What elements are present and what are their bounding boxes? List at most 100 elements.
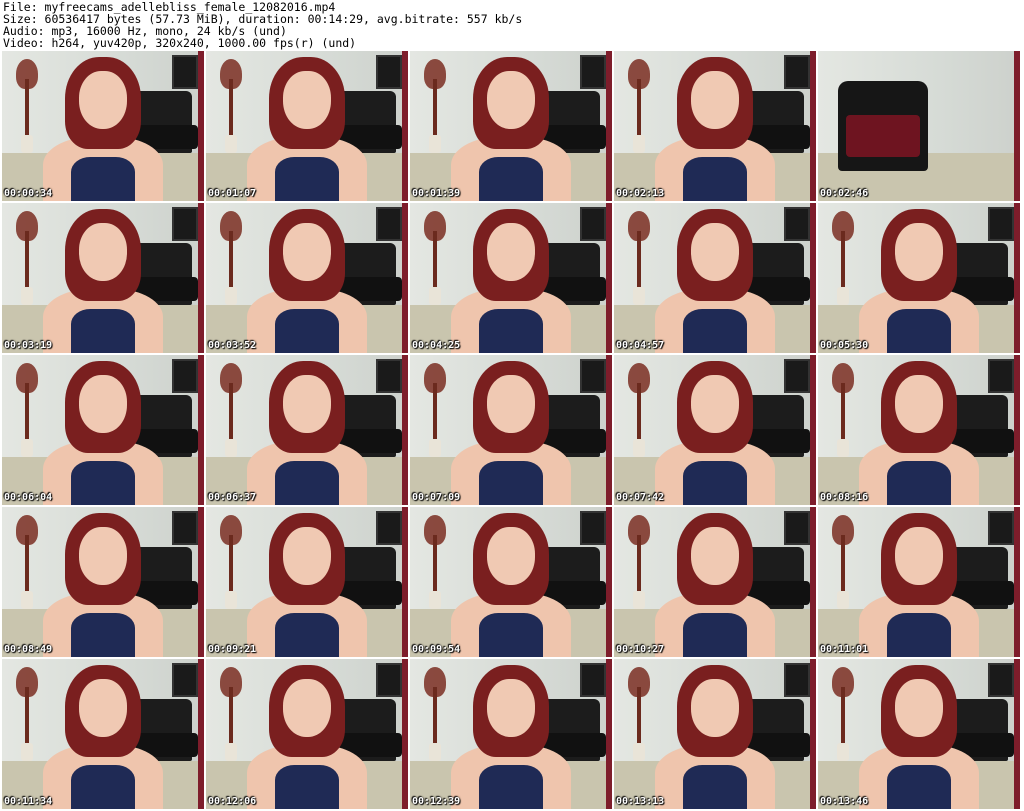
wall-frame <box>172 55 198 89</box>
webcam-person <box>247 361 367 505</box>
webcam-person <box>43 513 163 657</box>
webcam-person <box>247 57 367 201</box>
wall-frame <box>376 55 402 89</box>
webcam-person <box>655 361 775 505</box>
decor-vase <box>628 59 650 154</box>
wall-frame <box>172 359 198 393</box>
thumbnail-timestamp: 00:01:07 <box>208 188 257 199</box>
webcam-person <box>859 361 979 505</box>
thumbnail-timestamp: 00:07:09 <box>412 492 461 503</box>
webcam-person <box>451 513 571 657</box>
thumbnail-timestamp: 00:04:25 <box>412 340 461 351</box>
thumbnail-timestamp: 00:08:49 <box>4 644 53 655</box>
video-thumbnail[interactable]: 00:09:21 <box>206 507 408 657</box>
decor-vase <box>16 515 38 610</box>
wall-frame <box>784 663 810 697</box>
video-thumbnail[interactable]: 00:01:39 <box>410 51 612 201</box>
wall-frame <box>376 511 402 545</box>
thumbnail-timestamp: 00:00:34 <box>4 188 53 199</box>
video-thumbnail[interactable]: 00:01:07 <box>206 51 408 201</box>
wall-frame <box>376 207 402 241</box>
wall-frame <box>580 207 606 241</box>
video-thumbnail[interactable]: 00:02:13 <box>614 51 816 201</box>
wall-frame <box>580 55 606 89</box>
decor-vase <box>424 211 446 306</box>
wall-frame <box>172 207 198 241</box>
video-thumbnail[interactable]: 00:08:16 <box>818 355 1020 505</box>
video-info-line: Video: h264, yuv420p, 320x240, 1000.00 f… <box>3 36 357 50</box>
decor-vase <box>220 515 242 610</box>
video-thumbnail[interactable]: 00:09:54 <box>410 507 612 657</box>
decor-vase <box>832 363 854 458</box>
decor-vase <box>16 59 38 154</box>
webcam-person <box>655 513 775 657</box>
video-thumbnail[interactable]: 00:12:39 <box>410 659 612 809</box>
decor-vase <box>832 667 854 762</box>
thumbnail-timestamp: 00:12:39 <box>412 796 461 807</box>
wall-frame <box>580 663 606 697</box>
video-thumbnail[interactable]: 00:03:19 <box>2 203 204 353</box>
decor-vase <box>832 211 854 306</box>
video-thumbnail[interactable]: 00:07:09 <box>410 355 612 505</box>
wall-frame <box>988 511 1014 545</box>
webcam-person <box>43 361 163 505</box>
video-thumbnail[interactable]: 00:13:46 <box>818 659 1020 809</box>
video-thumbnail[interactable]: 00:03:52 <box>206 203 408 353</box>
video-thumbnail[interactable]: 00:11:34 <box>2 659 204 809</box>
decor-vase <box>424 515 446 610</box>
video-thumbnail[interactable]: 00:12:06 <box>206 659 408 809</box>
video-thumbnail[interactable]: 00:11:01 <box>818 507 1020 657</box>
webcam-person <box>451 209 571 353</box>
wall-frame <box>580 359 606 393</box>
webcam-person <box>451 665 571 809</box>
decor-vase <box>220 211 242 306</box>
decor-vase <box>220 363 242 458</box>
thumbnail-timestamp: 00:11:01 <box>820 644 869 655</box>
thumbnail-timestamp: 00:07:42 <box>616 492 665 503</box>
video-thumbnail[interactable]: 00:08:49 <box>2 507 204 657</box>
decor-vase <box>424 363 446 458</box>
video-thumbnail[interactable]: 00:06:37 <box>206 355 408 505</box>
decor-vase <box>424 59 446 154</box>
video-thumbnail[interactable]: 00:13:13 <box>614 659 816 809</box>
video-thumbnail[interactable]: 00:04:25 <box>410 203 612 353</box>
thumbnail-timestamp: 00:02:13 <box>616 188 665 199</box>
video-thumbnail[interactable]: 00:07:42 <box>614 355 816 505</box>
decor-vase <box>424 667 446 762</box>
video-thumbnail[interactable]: 00:06:04 <box>2 355 204 505</box>
wall-frame <box>988 359 1014 393</box>
thumbnail-timestamp: 00:08:16 <box>820 492 869 503</box>
video-thumbnail[interactable]: 00:00:34 <box>2 51 204 201</box>
thumbnail-timestamp: 00:06:04 <box>4 492 53 503</box>
webcam-person <box>43 57 163 201</box>
webcam-person <box>655 209 775 353</box>
webcam-person <box>451 57 571 201</box>
video-thumbnail[interactable]: 00:10:27 <box>614 507 816 657</box>
thumbnail-timestamp: 00:04:57 <box>616 340 665 351</box>
webcam-person <box>655 57 775 201</box>
wall-frame <box>988 663 1014 697</box>
thumbnail-timestamp: 00:13:13 <box>616 796 665 807</box>
thumbnail-grid: 00:00:34 00:01:07 00:01:39 00:02:13 00:02:46… <box>2 51 1020 809</box>
decor-vase <box>628 211 650 306</box>
webcam-person <box>859 513 979 657</box>
decor-vase <box>628 363 650 458</box>
wall-frame <box>172 663 198 697</box>
wall-frame <box>784 55 810 89</box>
decor-vase <box>220 667 242 762</box>
wall-frame <box>172 511 198 545</box>
webcam-person <box>859 209 979 353</box>
decor-vase <box>16 211 38 306</box>
decor-vase <box>16 363 38 458</box>
video-thumbnail[interactable]: 00:05:30 <box>818 203 1020 353</box>
decor-vase <box>832 515 854 610</box>
video-thumbnail[interactable]: 00:04:57 <box>614 203 816 353</box>
webcam-person <box>247 665 367 809</box>
thumbnail-timestamp: 00:12:06 <box>208 796 257 807</box>
decor-vase <box>16 667 38 762</box>
webcam-person <box>247 513 367 657</box>
video-thumbnail[interactable]: 00:02:46 <box>818 51 1020 201</box>
wall-frame <box>988 207 1014 241</box>
thumbnail-timestamp: 00:03:52 <box>208 340 257 351</box>
wall-frame <box>784 511 810 545</box>
